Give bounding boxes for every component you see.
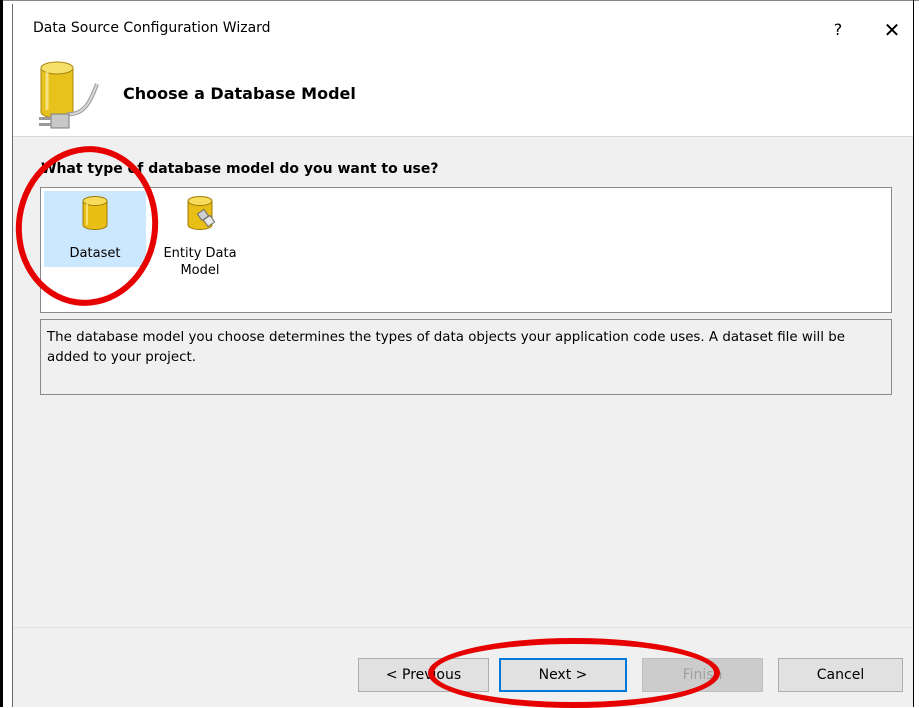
help-button[interactable]: ?	[821, 13, 855, 47]
title-bar: Data Source Configuration Wizard ? ✕	[13, 4, 913, 54]
finish-button[interactable]: Finish	[642, 658, 763, 692]
entity-data-model-label: Entity Data Model	[149, 245, 251, 279]
window-title: Data Source Configuration Wizard	[33, 20, 271, 36]
top-border	[0, 0, 919, 1]
previous-button[interactable]: < Previous	[358, 658, 489, 692]
next-button[interactable]: Next >	[499, 658, 627, 692]
database-plug-icon	[39, 61, 99, 129]
model-list: Dataset Entity Data Model	[40, 187, 892, 313]
wizard-dialog: Data Source Configuration Wizard ? ✕ Cho…	[12, 4, 913, 707]
page-title: Choose a Database Model	[123, 84, 356, 103]
model-description: The database model you choose determines…	[40, 319, 892, 395]
entity-model-icon	[187, 196, 215, 230]
model-option-entity-data-model[interactable]: Entity Data Model	[149, 191, 251, 278]
entity-label-line1: Entity Data	[163, 246, 237, 261]
model-question-label: What type of database model do you want …	[41, 161, 439, 177]
footer-separator	[13, 627, 913, 628]
right-border	[913, 0, 914, 707]
cancel-button[interactable]: Cancel	[778, 658, 903, 692]
database-icon	[82, 196, 108, 230]
entity-label-line2: Model	[180, 263, 220, 278]
model-option-dataset[interactable]: Dataset	[44, 191, 146, 267]
wizard-header: Choose a Database Model	[13, 54, 913, 137]
background-window-edge	[0, 0, 3, 707]
dataset-label: Dataset	[69, 246, 121, 261]
close-button[interactable]: ✕	[875, 13, 909, 47]
